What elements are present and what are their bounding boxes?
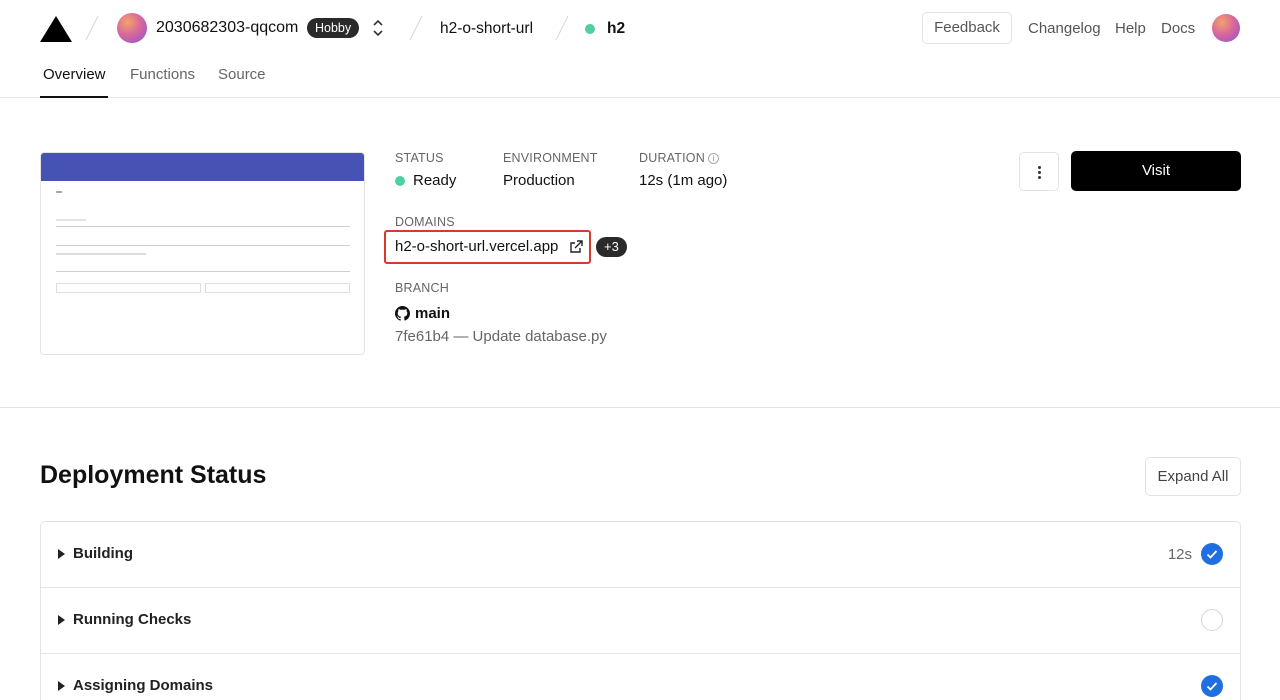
kebab-menu-icon [1038,171,1041,174]
status-label: STATUS [395,151,444,165]
caret-right-icon [58,681,65,691]
tab-source[interactable]: Source [218,66,266,83]
feedback-button[interactable]: Feedback [922,12,1012,44]
breadcrumb-separator [85,15,99,41]
duration-label: DURATION [639,151,705,165]
project-name[interactable]: h2-o-short-url [440,20,533,38]
team-name[interactable]: 2030682303-qqcom [156,19,298,37]
preview-text [56,219,86,221]
more-domains-badge[interactable]: +3 [596,237,627,257]
preview-field [56,245,350,246]
environment-label: ENVIRONMENT [503,151,598,165]
preview-field [56,226,350,227]
user-avatar[interactable] [1212,14,1240,42]
deployment-status-title: Deployment Status [40,461,267,489]
branch-name[interactable]: main [415,305,450,322]
deployment-steps: Building 12s Running Checks Assigning Do… [40,521,1241,700]
breadcrumb-separator [555,15,569,41]
preview-text [56,253,146,255]
check-circle-icon [1201,675,1223,697]
preview-button [205,283,350,293]
more-options-button[interactable] [1019,152,1059,191]
info-icon[interactable]: i [708,153,719,164]
github-icon [395,306,410,321]
deployment-status-dot [585,24,595,34]
deployment-preview[interactable] [40,152,365,355]
step-label: Running Checks [73,611,192,628]
preview-app-bar [41,153,364,181]
visit-button[interactable]: Visit [1071,151,1241,191]
vercel-logo-icon[interactable] [40,16,72,42]
top-navigation: 2030682303-qqcom Hobby h2-o-short-url h2… [0,0,1280,56]
step-assigning-domains[interactable]: Assigning Domains [41,654,1240,700]
preview-button [56,283,201,293]
chevron-updown-icon[interactable] [370,17,386,39]
pending-circle-icon [1201,609,1223,631]
domains-label: DOMAINS [395,215,455,229]
commit-message[interactable]: 7fe61b4 — Update database.py [395,328,607,345]
status-value: Ready [413,172,457,189]
domain-link[interactable]: h2-o-short-url.vercel.app [395,238,558,255]
team-avatar[interactable] [117,13,147,43]
section-divider [0,407,1280,408]
docs-link[interactable]: Docs [1161,20,1195,37]
ready-status-dot [395,176,405,186]
active-tab-indicator [40,96,108,98]
caret-right-icon [58,549,65,559]
caret-right-icon [58,615,65,625]
preview-field [56,271,350,272]
preview-text [56,191,62,193]
check-circle-icon [1201,543,1223,565]
step-running-checks[interactable]: Running Checks [41,588,1240,654]
help-link[interactable]: Help [1115,20,1146,37]
changelog-link[interactable]: Changelog [1028,20,1101,37]
step-duration: 12s [1167,546,1192,563]
tab-bar: Overview Functions Source [0,56,1280,98]
branch-label: BRANCH [395,281,449,295]
deployment-name[interactable]: h2 [607,20,625,38]
step-building[interactable]: Building 12s [41,522,1240,588]
expand-all-button[interactable]: Expand All [1145,457,1241,496]
tab-overview[interactable]: Overview [43,66,106,83]
plan-badge: Hobby [307,18,360,38]
kebab-menu-icon [1038,166,1041,169]
external-link-icon[interactable] [569,240,583,254]
breadcrumb-separator [409,15,423,41]
kebab-menu-icon [1038,176,1041,179]
step-label: Building [73,545,133,562]
tab-functions[interactable]: Functions [130,66,195,83]
step-label: Assigning Domains [73,677,214,694]
duration-value: 12s (1m ago) [639,172,728,189]
environment-value: Production [503,172,575,189]
